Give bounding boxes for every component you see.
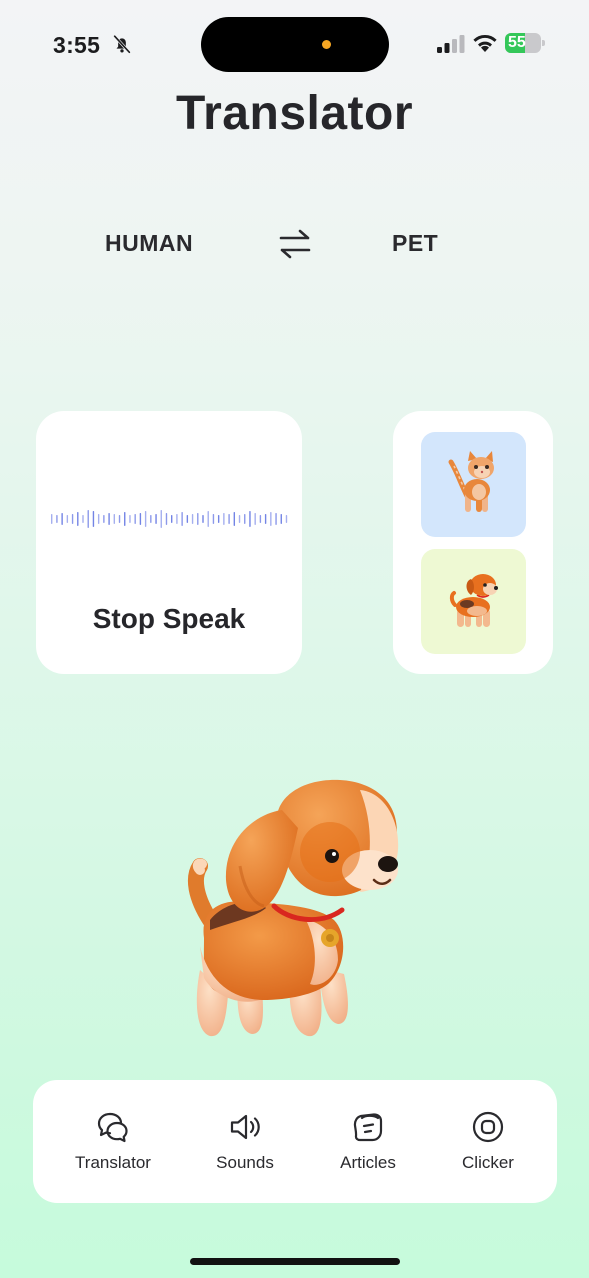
waveform-bar bbox=[202, 515, 204, 523]
document-icon bbox=[353, 1113, 383, 1142]
waveform-bar bbox=[254, 513, 256, 525]
battery-cap bbox=[542, 40, 545, 46]
waveform-bar bbox=[275, 513, 277, 525]
cat-icon bbox=[448, 451, 494, 512]
cellular-signal-icon bbox=[437, 35, 465, 53]
pet-option-cat[interactable] bbox=[421, 432, 526, 537]
tab-label: Sounds bbox=[216, 1153, 274, 1172]
waveform-bar bbox=[144, 511, 147, 527]
source-language-label[interactable]: HUMAN bbox=[105, 230, 193, 257]
tab-bar: Translator Sounds Articles Clicker bbox=[33, 1080, 557, 1203]
waveform-bar bbox=[238, 515, 241, 523]
waveform-bar bbox=[165, 513, 168, 525]
waveform-bar bbox=[160, 510, 162, 528]
waveform-bar bbox=[129, 515, 131, 523]
waveform-bar bbox=[82, 515, 84, 523]
dog-icon bbox=[449, 574, 498, 627]
tab-label: Translator bbox=[75, 1153, 151, 1172]
battery-icon: 55 bbox=[505, 33, 545, 53]
waveform-bar bbox=[134, 514, 136, 524]
dog-illustration bbox=[187, 779, 399, 1037]
tab-translator[interactable]: Translator bbox=[58, 1106, 168, 1186]
waveform-bar bbox=[223, 513, 225, 525]
waveform-bar bbox=[71, 514, 74, 524]
waveform-bar bbox=[103, 515, 105, 523]
language-switch-row: HUMAN PET bbox=[0, 224, 589, 264]
waveform-bar bbox=[181, 512, 183, 526]
waveform-bar bbox=[212, 514, 215, 524]
bell-slash-icon bbox=[113, 35, 131, 54]
status-time: 3:55 bbox=[53, 32, 101, 58]
dynamic-island bbox=[201, 17, 389, 72]
waveform-bar bbox=[150, 515, 152, 523]
audio-waveform bbox=[51, 510, 288, 528]
pet-option-dog[interactable] bbox=[421, 549, 526, 654]
page-title: Translator bbox=[175, 87, 414, 140]
waveform-bar bbox=[87, 510, 89, 528]
waveform-bar bbox=[186, 515, 189, 523]
waveform-bar bbox=[244, 514, 246, 524]
waveform-bar bbox=[155, 514, 157, 524]
waveform-bar bbox=[259, 515, 262, 523]
waveform-bar bbox=[191, 514, 194, 524]
waveform-bar bbox=[207, 511, 209, 527]
waveform-bar bbox=[97, 514, 100, 524]
waveform-bar bbox=[77, 512, 79, 526]
tab-articles[interactable]: Articles bbox=[313, 1106, 423, 1186]
speaker-icon bbox=[230, 1114, 260, 1140]
privacy-indicator-dot bbox=[322, 40, 331, 49]
waveform-bar bbox=[118, 515, 121, 523]
tab-clicker[interactable]: Clicker bbox=[433, 1106, 543, 1186]
tab-label: Clicker bbox=[462, 1153, 514, 1172]
stop-speak-button[interactable]: Stop Speak bbox=[36, 411, 302, 674]
waveform-bar bbox=[66, 515, 69, 523]
home-indicator[interactable] bbox=[190, 1258, 400, 1265]
waveform-bar bbox=[113, 514, 116, 524]
waveform-bar bbox=[270, 512, 272, 526]
waveform-bar bbox=[56, 515, 58, 523]
chat-bubbles-icon bbox=[97, 1112, 128, 1143]
waveform-bar bbox=[108, 513, 110, 525]
waveform-bar bbox=[171, 515, 173, 523]
swap-arrows-icon[interactable] bbox=[278, 228, 312, 260]
waveform-bar bbox=[264, 514, 267, 524]
waveform-bar bbox=[217, 515, 220, 523]
waveform-bar bbox=[124, 512, 126, 526]
clicker-icon bbox=[472, 1111, 504, 1143]
waveform-bar bbox=[61, 513, 63, 525]
tab-label: Articles bbox=[340, 1153, 396, 1172]
tab-sounds[interactable]: Sounds bbox=[190, 1106, 300, 1186]
speak-button-label: Stop Speak bbox=[92, 603, 246, 634]
waveform-bar bbox=[233, 512, 236, 526]
waveform-bar bbox=[285, 515, 288, 523]
battery-body: 55 bbox=[505, 33, 541, 53]
waveform-bar bbox=[139, 513, 142, 525]
status-bar: 3:55 55 bbox=[0, 0, 589, 90]
waveform-bar bbox=[197, 513, 199, 525]
battery-percent: 55 bbox=[508, 34, 526, 51]
target-language-label[interactable]: PET bbox=[392, 230, 438, 257]
waveform-bar bbox=[249, 511, 251, 527]
waveform-bar bbox=[280, 514, 282, 524]
waveform-bar bbox=[176, 514, 178, 524]
waveform-bar bbox=[51, 514, 53, 524]
waveform-bar bbox=[228, 514, 230, 524]
wifi-icon bbox=[473, 34, 497, 52]
waveform-bar bbox=[92, 511, 95, 527]
pet-selector bbox=[393, 411, 553, 674]
